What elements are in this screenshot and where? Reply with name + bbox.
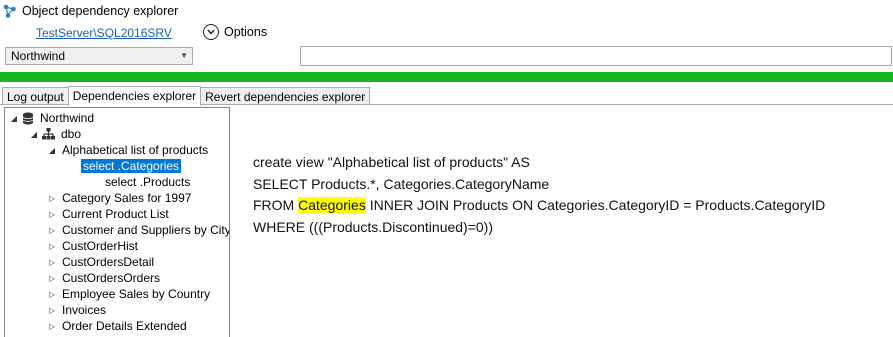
dependency-tree[interactable]: ◢ Northwind ◢ dbo ◢ Alphabetical list of… [4,107,230,337]
sql-definition: create view "Alphabetical list of produc… [253,152,825,238]
tree-node-object[interactable]: ▷ CustOrdersOrders [47,270,162,286]
tab-strip: Log output Dependencies explorer Revert … [2,86,371,106]
tree-collapsed-icon[interactable]: ▷ [47,242,57,251]
tree-collapsed-icon[interactable]: ▷ [47,258,57,267]
tree-node-schema[interactable]: ◢ dbo [29,126,83,142]
tree-node-object[interactable]: ▷ CustOrdersDetail [47,254,156,270]
tree-node-object[interactable]: ▷ Customer and Suppliers by City [47,222,230,238]
tree-node-label: dbo [61,127,82,141]
tree-node-label: Category Sales for 1997 [62,191,192,205]
tree-collapsed-icon[interactable]: ▷ [47,274,57,283]
tree-collapsed-icon[interactable]: ▷ [47,290,57,299]
dependency-graph-icon [2,3,18,19]
tree-node-object[interactable]: ▷ Order Details Extended [47,318,189,334]
tree-expanded-icon[interactable]: ◢ [29,130,39,139]
schema-tree-icon [42,128,55,140]
sql-line: FROM Categories INNER JOIN Products ON C… [253,195,825,217]
window-title-bar: Object dependency explorer [2,2,178,20]
tree-node-label: select .Products [105,175,191,189]
chevron-down-icon: ▼ [180,51,188,60]
tree-node-label: Current Product List [62,207,169,221]
tree-node-object[interactable]: ▷ Current Product List [47,206,171,222]
tree-node-object[interactable]: ▷ Category Sales for 1997 [47,190,193,206]
tree-collapsed-icon[interactable]: ▷ [47,226,57,235]
tree-collapsed-icon[interactable]: ▷ [47,306,57,315]
tab-revert-dependencies-explorer[interactable]: Revert dependencies explorer [200,87,371,105]
tree-node-label: CustOrdersDetail [62,255,155,269]
tree-node-label: Customer and Suppliers by City [62,223,230,237]
progress-bar [0,72,893,82]
database-select-value: Northwind [11,49,66,63]
database-select[interactable]: Northwind ▼ [5,47,193,65]
tree-node-label: Invoices [62,303,107,317]
tree-node-label: Northwind [40,111,95,125]
tree-node-select-categories[interactable]: select .Categories [81,158,182,174]
tree-node-database[interactable]: ◢ Northwind [9,110,96,126]
tree-node-object[interactable]: ▷ Employee Sales by Country [47,286,212,302]
tree-node-label: Order Details Extended [62,319,187,333]
tree-node-object[interactable]: ▷ Invoices [47,302,108,318]
tree-expanded-icon[interactable]: ◢ [9,114,19,123]
search-input[interactable] [300,46,892,66]
database-icon [22,112,34,125]
tab-dependencies-explorer[interactable]: Dependencies explorer [67,86,202,106]
sql-line: SELECT Products.*, Categories.CategoryNa… [253,175,550,192]
sql-text: INNER JOIN Products ON Categories.Catego… [365,197,826,213]
sql-text: FROM [253,197,299,213]
tree-node-label: CustOrderHist [62,239,139,253]
tree-node-alphabetical-list[interactable]: ◢ Alphabetical list of products [47,142,210,158]
server-link[interactable]: TestServer\SQL2016SRV [36,26,172,40]
tree-node-label: Employee Sales by Country [62,287,211,301]
tree-collapsed-icon[interactable]: ▷ [47,194,57,203]
tree-node-label: select .Categories [81,159,182,173]
tree-node-object[interactable]: ▷ CustOrderHist [47,238,140,254]
chevron-down-circle-icon [203,24,219,40]
sql-line: create view "Alphabetical list of produc… [253,154,530,170]
tree-node-select-products[interactable]: select .Products [103,174,192,190]
options-label: Options [224,25,268,39]
tree-collapsed-icon[interactable]: ▷ [47,210,57,219]
tree-node-label: Alphabetical list of products [62,143,209,157]
sql-line: WHERE (((Products.Discontinued)=0)) [253,218,494,235]
options-toggle[interactable]: Options [203,24,267,40]
tree-collapsed-icon[interactable]: ▷ [47,322,57,331]
tab-log-output[interactable]: Log output [2,87,69,105]
window-title: Object dependency explorer [22,4,179,18]
sql-highlight: Categories [298,197,366,213]
tree-node-label: CustOrdersOrders [62,271,161,285]
tree-expanded-icon[interactable]: ◢ [47,146,57,155]
